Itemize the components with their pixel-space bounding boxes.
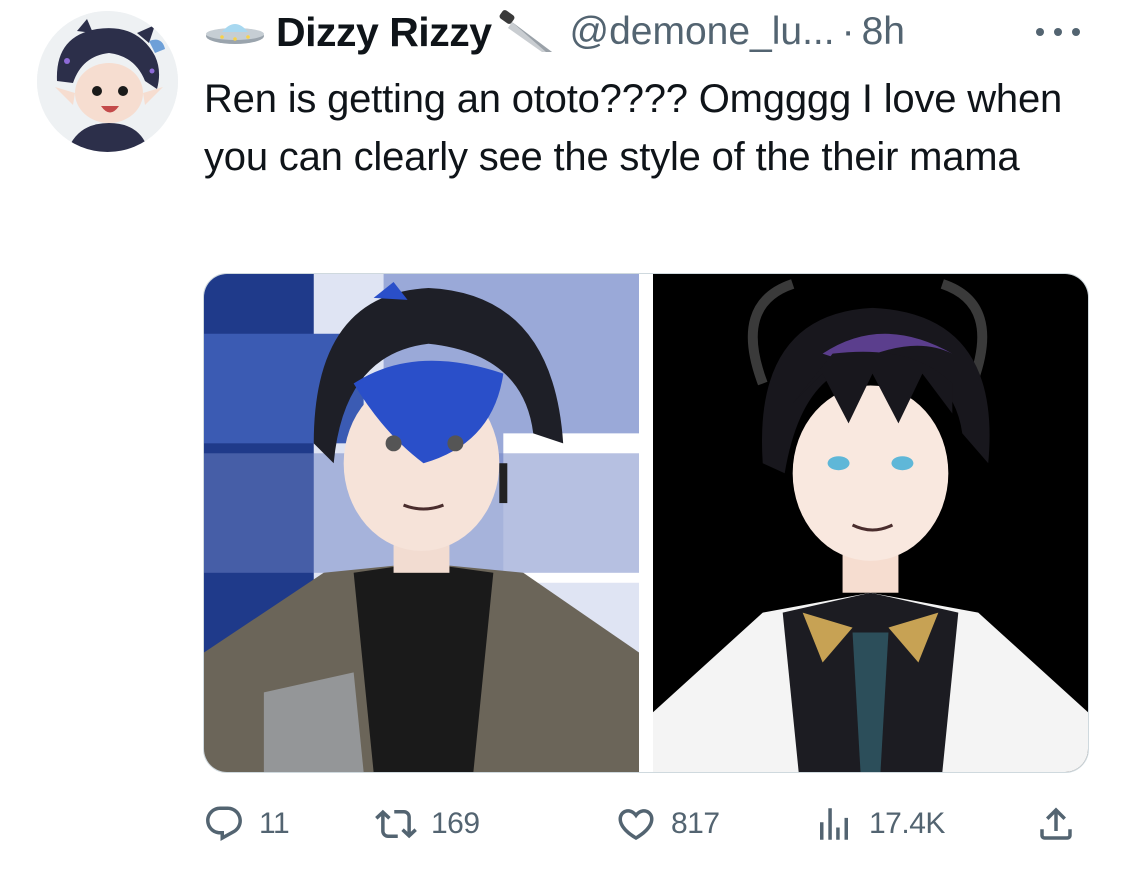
views-button[interactable]: 17.4K bbox=[813, 800, 945, 848]
display-name[interactable]: Dizzy Rizzy bbox=[276, 9, 492, 56]
avatar-image bbox=[37, 11, 178, 152]
reply-count: 11 bbox=[259, 807, 290, 840]
retweet-count: 169 bbox=[431, 807, 480, 840]
tweet-text: Ren is getting an ototo???? Omgggg I lov… bbox=[204, 77, 1063, 179]
separator-dot: · bbox=[841, 10, 855, 53]
action-bar: 11 169 817 17.4K bbox=[203, 800, 1089, 848]
retweet-icon bbox=[375, 809, 417, 839]
more-options-icon[interactable] bbox=[1033, 22, 1083, 42]
tweet-header: Dizzy Rizzy @demone_lu... · 8h bbox=[204, 8, 905, 56]
views-count: 17.4K bbox=[869, 807, 945, 840]
anime-portrait-blue-hair bbox=[204, 274, 639, 772]
share-button[interactable] bbox=[1035, 800, 1077, 848]
media-grid bbox=[203, 273, 1089, 773]
reply-icon bbox=[206, 806, 242, 841]
heart-icon bbox=[618, 809, 654, 841]
media-image-1[interactable] bbox=[204, 274, 639, 772]
avatar[interactable] bbox=[37, 11, 178, 152]
user-handle[interactable]: @demone_lu... bbox=[570, 10, 835, 54]
share-icon bbox=[1040, 807, 1072, 840]
like-count: 817 bbox=[671, 807, 720, 840]
views-icon bbox=[820, 808, 848, 840]
anime-portrait-dark-hair bbox=[653, 274, 1088, 772]
like-button[interactable]: 817 bbox=[615, 800, 720, 848]
retweet-button[interactable]: 169 bbox=[375, 800, 480, 848]
timestamp[interactable]: 8h bbox=[862, 10, 905, 54]
ufo-icon bbox=[206, 24, 264, 44]
knife-icon bbox=[499, 10, 552, 52]
media-image-2[interactable] bbox=[653, 274, 1088, 772]
reply-button[interactable]: 11 bbox=[203, 800, 290, 848]
